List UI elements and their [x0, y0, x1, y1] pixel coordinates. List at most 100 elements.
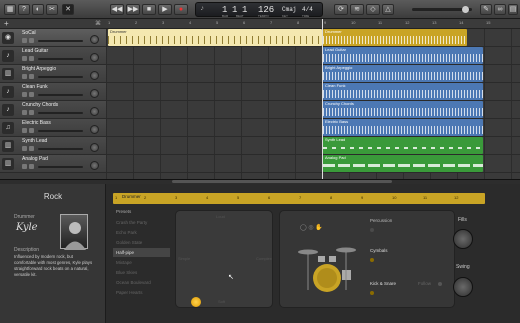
pan-knob[interactable]: [90, 53, 99, 62]
tambourine-icon[interactable]: ◯: [300, 225, 307, 231]
shaker-icon[interactable]: ◎: [308, 225, 313, 231]
mute-button[interactable]: [22, 74, 27, 79]
xy-puck[interactable]: [191, 297, 201, 307]
preset-item[interactable]: Paper Hearts: [113, 288, 170, 297]
clap-icon[interactable]: ✋: [315, 225, 322, 231]
editor-ruler[interactable]: 1 2 3 4 5 6 7 8 9 10 11 12: [113, 193, 485, 204]
pan-knob[interactable]: [90, 161, 99, 170]
preset-item[interactable]: Golden State: [113, 238, 170, 247]
editor-region-label: Drummer: [122, 194, 141, 199]
stop-button[interactable]: ■: [142, 4, 156, 15]
solo-button[interactable]: [29, 38, 34, 43]
loop-browser-icon[interactable]: ∞: [494, 4, 506, 15]
region-drummer-a[interactable]: Drummer: [108, 29, 322, 46]
pan-knob[interactable]: [90, 107, 99, 116]
solo-button[interactable]: [29, 74, 34, 79]
region-drummer-b[interactable]: Drummer: [323, 29, 467, 46]
mute-button[interactable]: [22, 128, 27, 133]
editor-ruler-number: 10: [392, 195, 397, 200]
swing-knob[interactable]: [453, 277, 473, 297]
pan-knob[interactable]: [90, 143, 99, 152]
cymbals-slider-dot[interactable]: [370, 258, 374, 262]
region-synth-lead[interactable]: Synth Lead: [323, 137, 483, 154]
help-icon[interactable]: ?: [18, 4, 30, 15]
solo-button[interactable]: [29, 146, 34, 151]
track-header[interactable]: ▥ Synth Lead: [0, 137, 106, 155]
lcd-display[interactable]: ♪ 1 1 1 126 Cmaj 4/4 BAR BEAT TEMPO KEY …: [195, 2, 323, 18]
fills-knob[interactable]: [453, 229, 473, 249]
forward-button[interactable]: ▶▶: [126, 4, 140, 15]
tracks-area[interactable]: Drummer Drummer Lead Guitar Bright Arpeg…: [106, 19, 520, 179]
scissors-icon[interactable]: ✕: [62, 4, 74, 15]
mute-button[interactable]: [22, 110, 27, 115]
volume-slider[interactable]: [38, 76, 83, 78]
volume-slider[interactable]: [38, 112, 83, 114]
pan-knob[interactable]: [90, 35, 99, 44]
preset-item[interactable]: Blue Skies: [113, 268, 170, 277]
filter-icon[interactable]: ⌘: [95, 20, 101, 27]
mute-button[interactable]: [22, 164, 27, 169]
region-bright-arpeggio[interactable]: Bright Arpeggio: [323, 65, 483, 82]
play-button[interactable]: ▶: [158, 4, 172, 15]
volume-slider[interactable]: [38, 94, 83, 96]
editors-icon[interactable]: ✂: [46, 4, 58, 15]
track-header[interactable]: ♪ Lead Guitar: [0, 47, 106, 65]
drummer-avatar[interactable]: [60, 214, 88, 250]
solo-button[interactable]: [29, 110, 34, 115]
metronome-icon[interactable]: △: [382, 4, 394, 15]
mute-button[interactable]: [22, 56, 27, 61]
cycle-icon[interactable]: ⟳: [334, 4, 348, 15]
percussion-slider-dot[interactable]: [370, 228, 374, 232]
record-button[interactable]: ●: [174, 4, 188, 15]
pan-knob[interactable]: [90, 71, 99, 80]
add-track-icon[interactable]: +: [4, 19, 9, 28]
smart-controls-icon[interactable]: ◐: [32, 4, 44, 15]
scrollbar-thumb[interactable]: [172, 180, 392, 183]
count-in-icon[interactable]: ◇: [366, 4, 380, 15]
tuner-icon[interactable]: ≋: [350, 4, 364, 15]
preset-item[interactable]: Crash the Party: [113, 218, 170, 227]
region-clean-funk[interactable]: Clean Funk: [323, 83, 483, 100]
region-analog-pad[interactable]: Analog Pad: [323, 155, 483, 172]
solo-button[interactable]: [29, 164, 34, 169]
volume-slider[interactable]: [38, 148, 83, 150]
preset-item[interactable]: Half-pipe: [113, 248, 170, 257]
mute-button[interactable]: [22, 146, 27, 151]
solo-button[interactable]: [29, 128, 34, 133]
kick-snare-slider-dot[interactable]: [370, 291, 374, 295]
region-electric-bass[interactable]: Electric Bass: [323, 119, 483, 136]
track-header[interactable]: ♪ Crunchy Chords: [0, 101, 106, 119]
rewind-button[interactable]: ◀◀: [110, 4, 124, 15]
timeline-ruler[interactable]: 1 2 3 4 5 6 7 8 9 10 11 12 13 14 15: [106, 19, 520, 29]
playhead[interactable]: [322, 19, 323, 179]
volume-slider[interactable]: [38, 58, 83, 60]
preset-item[interactable]: Mixtape: [113, 258, 170, 267]
track-header[interactable]: ▥ Bright Arpeggio: [0, 65, 106, 83]
volume-slider[interactable]: [38, 130, 83, 132]
mute-button[interactable]: [22, 38, 27, 43]
notepad-icon[interactable]: ✎: [480, 4, 492, 15]
xy-pad[interactable]: Loud Soft Simple Complex: [175, 210, 273, 308]
solo-button[interactable]: [29, 92, 34, 97]
volume-slider[interactable]: [38, 166, 83, 168]
preset-item[interactable]: Ocean Boulevard: [113, 278, 170, 287]
follow-checkbox[interactable]: [438, 282, 442, 286]
track-header[interactable]: ▥ Analog Pad: [0, 155, 106, 173]
track-header[interactable]: ♪ Clean Funk: [0, 83, 106, 101]
drum-kit-icon[interactable]: [296, 240, 358, 296]
region-lead-guitar[interactable]: Lead Guitar: [323, 47, 483, 64]
master-volume-thumb[interactable]: [462, 6, 469, 13]
region-crunchy-chords[interactable]: Crunchy Chords: [323, 101, 483, 118]
track-header[interactable]: ◉ SoCal: [0, 29, 106, 47]
pan-knob[interactable]: [90, 125, 99, 134]
mute-button[interactable]: [22, 92, 27, 97]
pan-knob[interactable]: [90, 89, 99, 98]
volume-slider[interactable]: [38, 40, 83, 42]
media-browser-icon[interactable]: ▤: [508, 4, 518, 15]
library-icon[interactable]: ▦: [4, 4, 16, 15]
solo-button[interactable]: [29, 56, 34, 61]
track-header[interactable]: ♫ Electric Bass: [0, 119, 106, 137]
lcd-mode-icon: ♪: [200, 5, 205, 13]
preset-item[interactable]: Echo Park: [113, 228, 170, 237]
bass-icon: ♫: [2, 122, 14, 134]
